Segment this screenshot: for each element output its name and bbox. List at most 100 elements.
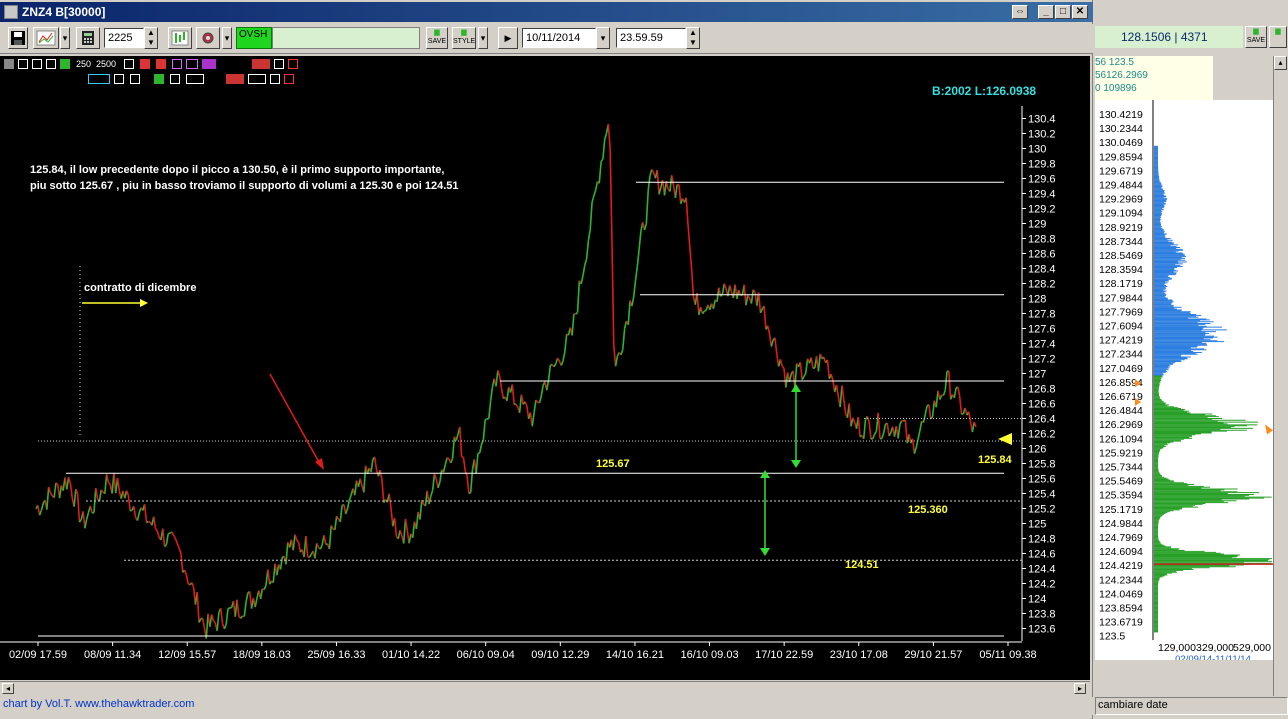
price-bar — [363, 465, 367, 493]
scroll-up-icon[interactable]: ▴ — [1274, 56, 1287, 70]
minimize-button[interactable]: _ — [1038, 5, 1054, 19]
price-bar — [94, 487, 99, 500]
bars-count-input[interactable] — [104, 28, 144, 48]
chart-type-button[interactable] — [33, 27, 59, 49]
date-input[interactable] — [522, 28, 596, 48]
y-tick-label: 128.6 — [1028, 249, 1056, 261]
price-bar — [804, 358, 809, 374]
y-tick-label: 127 — [1028, 369, 1046, 381]
calculator-icon[interactable] — [76, 27, 100, 49]
save-disk-icon[interactable] — [8, 27, 28, 49]
volume-axis-label: 129,000 — [1158, 642, 1196, 654]
price-bar — [451, 436, 456, 459]
x-tick-label: 16/10 09.03 — [680, 649, 738, 661]
ovsh-indicator[interactable]: OVSH — [236, 27, 272, 49]
price-bar — [835, 384, 840, 397]
red-pointer-arrow — [269, 373, 321, 465]
settings-dropdown-icon[interactable]: ▾ — [222, 27, 232, 49]
x-tick-label: 09/10 12.29 — [531, 649, 589, 661]
price-bar — [520, 394, 524, 405]
price-bar — [339, 505, 343, 522]
price-chart[interactable]: 250 2500 130.4 130.2 130 129.8 129.6 129. — [0, 56, 1090, 680]
price-bar — [334, 516, 338, 531]
profile-price-label: 124.2344 — [1099, 574, 1143, 586]
chart-canvas[interactable]: 130.4 130.2 130 129.8 129.6 129.4 129.2 129 128.… — [0, 56, 1090, 680]
y-tick-label: 125.4 — [1028, 489, 1056, 501]
ovsh-field — [272, 27, 420, 49]
credit-link[interactable]: chart by Vol.T. www.thehawktrader.com — [3, 698, 194, 710]
style-button[interactable]: ▆ STYLE — [452, 27, 476, 49]
time-spinner[interactable]: ▲ ▼ — [686, 27, 700, 49]
horizontal-scrollbar[interactable]: ◂ ▸ — [0, 681, 1090, 695]
price-bar — [750, 289, 755, 304]
rp-style-button[interactable]: ▆ — [1269, 26, 1287, 48]
style-dropdown-icon[interactable]: ▾ — [478, 27, 488, 49]
price-bar — [873, 430, 878, 435]
chart-type-dropdown-icon[interactable]: ▾ — [60, 27, 70, 49]
price-bar — [171, 531, 175, 536]
last-price-header: 128.1506 | 4371 — [1095, 26, 1243, 48]
price-bar — [882, 424, 887, 434]
price-bar — [475, 453, 479, 474]
profile-info-line: 0 109896 — [1095, 83, 1137, 94]
rp-save-button[interactable]: ▆ SAVE — [1245, 26, 1267, 48]
vertical-scrollbar[interactable]: ▴ — [1273, 56, 1288, 696]
price-bar — [587, 229, 592, 241]
price-bar — [886, 422, 890, 437]
profile-price-label: 130.4219 — [1099, 109, 1143, 121]
bars-spinner[interactable]: ▲ ▼ — [144, 27, 158, 49]
price-bar — [781, 365, 785, 369]
price-bar — [928, 404, 932, 419]
price-bar — [498, 375, 503, 389]
profile-price-label: 127.9844 — [1099, 292, 1143, 304]
profile-price-label: 128.7344 — [1099, 236, 1143, 248]
price-bar — [712, 299, 716, 309]
time-input[interactable] — [616, 28, 686, 48]
price-bar — [631, 296, 635, 307]
range-arrow-lower-head-bottom — [760, 548, 770, 556]
price-bar — [323, 535, 327, 545]
x-tick-label: 12/09 15.57 — [158, 649, 216, 661]
price-bar — [53, 482, 57, 498]
price-bar — [466, 475, 470, 494]
profile-price-label: 127.6094 — [1099, 321, 1143, 333]
price-bar — [379, 470, 383, 480]
play-icon[interactable]: ▶ — [498, 27, 518, 49]
contract-label: contratto di dicembre — [84, 282, 197, 294]
profile-marker-3 — [1265, 424, 1273, 435]
price-bar — [178, 547, 182, 554]
maximize-button[interactable]: □ — [1055, 5, 1071, 19]
profile-price-label: 127.2344 — [1099, 349, 1143, 361]
range-arrow-lower-head-top — [760, 470, 770, 478]
price-bar — [967, 411, 972, 422]
price-bar — [593, 190, 597, 197]
price-bar — [461, 455, 464, 459]
price-bar — [84, 518, 88, 529]
settings-gear-icon[interactable] — [196, 27, 220, 49]
save-style-button[interactable]: ▆ SAVE — [426, 27, 448, 49]
bar-chart-icon[interactable] — [168, 27, 192, 49]
restore-arrows-button[interactable]: ⇔ — [1012, 5, 1028, 19]
close-button[interactable]: ✕ — [1072, 5, 1088, 19]
level-label-124-51: 124.51 — [845, 559, 879, 571]
change-dates-button[interactable]: cambiare date — [1095, 697, 1288, 715]
price-bar — [191, 582, 195, 588]
price-bar — [393, 517, 398, 537]
price-bar — [614, 356, 619, 367]
scroll-right-icon[interactable]: ▸ — [1074, 683, 1086, 694]
price-bar — [862, 419, 867, 439]
y-tick-label: 128.2 — [1028, 279, 1056, 291]
scroll-left-icon[interactable]: ◂ — [2, 683, 14, 694]
price-bar — [116, 477, 121, 491]
price-bar — [73, 489, 77, 507]
price-bar — [85, 512, 90, 520]
price-bar — [419, 499, 423, 520]
volume-profile-area[interactable]: 130.4219 130.2344 130.0469 129.8594 129.6719… — [1095, 100, 1273, 665]
price-bar — [506, 387, 510, 401]
title-bar[interactable]: ZNZ4 B[30000] ⇔ _ □ ✕ — [0, 2, 1093, 22]
date-dropdown-icon[interactable]: ▾ — [596, 27, 610, 49]
window-title: ZNZ4 B[30000] — [22, 5, 106, 19]
price-bar — [622, 328, 626, 350]
price-bar — [487, 401, 492, 419]
profile-price-label: 129.1094 — [1099, 208, 1143, 220]
